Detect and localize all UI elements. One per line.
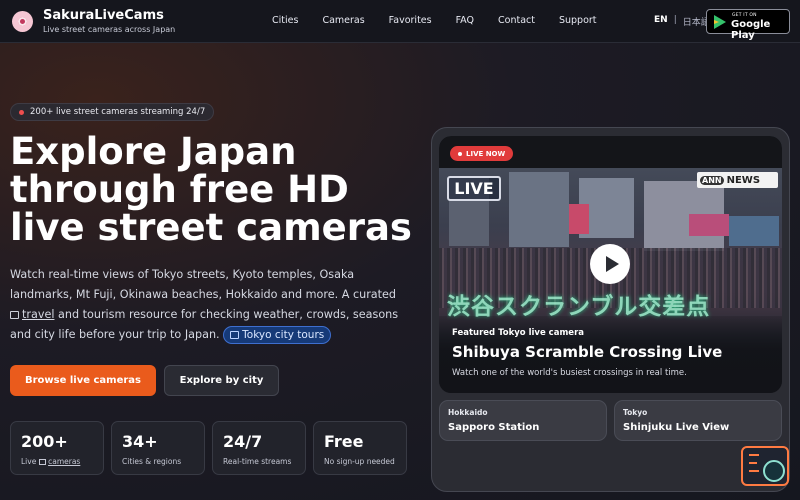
lang-separator: |	[673, 15, 677, 25]
featured-label: Featured Tokyo live camera	[452, 328, 584, 338]
stat-label: No sign-up needed	[324, 457, 395, 466]
tokyo-tours-pill[interactable]: Tokyo city tours	[223, 326, 332, 344]
play-button[interactable]	[590, 244, 630, 284]
link-icon	[10, 311, 19, 319]
live-now-text: LIVE NOW	[466, 149, 506, 158]
cameras-link[interactable]: cameras	[48, 457, 80, 466]
nav-contact[interactable]: Contact	[498, 15, 535, 26]
explore-city-button[interactable]: Explore by city	[164, 365, 279, 396]
store-big-text: Google Play	[731, 19, 771, 41]
support-widget-icon[interactable]	[741, 446, 789, 486]
cameras-link-icon	[38, 459, 46, 465]
brand-tagline: Live street cameras across Japan	[43, 25, 176, 34]
nav-favorites[interactable]: Favorites	[389, 15, 432, 26]
widget-line	[749, 462, 757, 464]
brand-name[interactable]: SakuraLiveCams	[43, 8, 164, 23]
stat-label: Live cameras	[21, 457, 103, 466]
billboard-shape	[569, 204, 589, 234]
hero-description: Watch real-time views of Tokyo streets, …	[10, 265, 405, 345]
google-play-button[interactable]: GET IT ON Google Play	[706, 9, 790, 41]
nav-support[interactable]: Support	[559, 15, 597, 26]
ann-badge: ANN	[700, 175, 724, 185]
building-shape	[509, 172, 569, 247]
widget-line	[749, 454, 759, 456]
stat-free: Free No sign-up needed	[313, 421, 407, 475]
google-play-icon	[714, 15, 726, 29]
hero-title: Explore Japan through free HD live stree…	[10, 130, 412, 249]
billboard-shape	[729, 216, 779, 246]
stat-streams: 24/7 Real-time streams	[212, 421, 306, 475]
travel-link[interactable]: travel	[22, 308, 54, 321]
main-nav: Cities Cameras Favorites FAQ Contact Sup…	[272, 15, 621, 26]
pill-link-icon	[230, 331, 240, 339]
play-icon	[605, 256, 619, 272]
ann-news-logo: ANN NEWS	[697, 172, 778, 188]
nav-cities[interactable]: Cities	[272, 15, 298, 26]
stat-cities: 34+ Cities & regions	[111, 421, 205, 475]
stat-value: 200+	[21, 432, 68, 451]
widget-line	[749, 470, 759, 472]
ann-news-text: NEWS	[726, 174, 761, 186]
lang-en[interactable]: EN	[654, 15, 668, 28]
live-now-dot-icon	[458, 151, 462, 156]
language-switcher: EN | 日本語	[654, 15, 710, 28]
pill-label: Tokyo city tours	[242, 329, 325, 341]
stat-value: 24/7	[223, 432, 263, 451]
widget-circle	[763, 460, 785, 482]
stat-value: Free	[324, 432, 364, 451]
desc-part2: and tourism resource for checking weathe…	[10, 308, 399, 341]
browse-cameras-button[interactable]: Browse live cameras	[10, 365, 156, 396]
stat-label: Real-time streams	[223, 457, 292, 466]
stat-label-pre: Live	[21, 457, 39, 466]
badge-text: 200+ live street cameras streaming 24/7	[30, 107, 206, 117]
mini-card-name: Sapporo Station	[448, 422, 540, 433]
site-header: SakuraLiveCams Live street cameras acros…	[0, 0, 800, 43]
desc-part1: Watch real-time views of Tokyo streets, …	[10, 268, 397, 301]
mini-card-shinjuku[interactable]: Tokyo Shinjuku Live View	[614, 400, 782, 441]
mini-card-sapporo[interactable]: Hokkaido Sapporo Station	[439, 400, 607, 441]
mini-card-region: Hokkaido	[448, 408, 488, 417]
stream-count-badge: 200+ live street cameras streaming 24/7	[10, 103, 215, 121]
live-dot-icon	[19, 109, 24, 115]
live-overlay: LIVE	[447, 176, 501, 201]
live-now-badge: LIVE NOW	[450, 146, 514, 161]
store-small-text: GET IT ON	[732, 13, 757, 18]
mini-card-name: Shinjuku Live View	[623, 422, 730, 433]
stat-label: Cities & regions	[122, 457, 182, 466]
featured-title[interactable]: Shibuya Scramble Crossing Live	[452, 343, 722, 361]
stat-value: 34+	[122, 432, 158, 451]
sakura-logo-icon[interactable]	[12, 11, 33, 32]
mini-card-region: Tokyo	[623, 408, 648, 417]
nav-faq[interactable]: FAQ	[456, 15, 474, 26]
stat-cameras: 200+ Live cameras	[10, 421, 104, 475]
nav-cameras[interactable]: Cameras	[322, 15, 364, 26]
featured-description: Watch one of the world's busiest crossin…	[452, 368, 687, 378]
billboard-shape	[689, 214, 729, 236]
